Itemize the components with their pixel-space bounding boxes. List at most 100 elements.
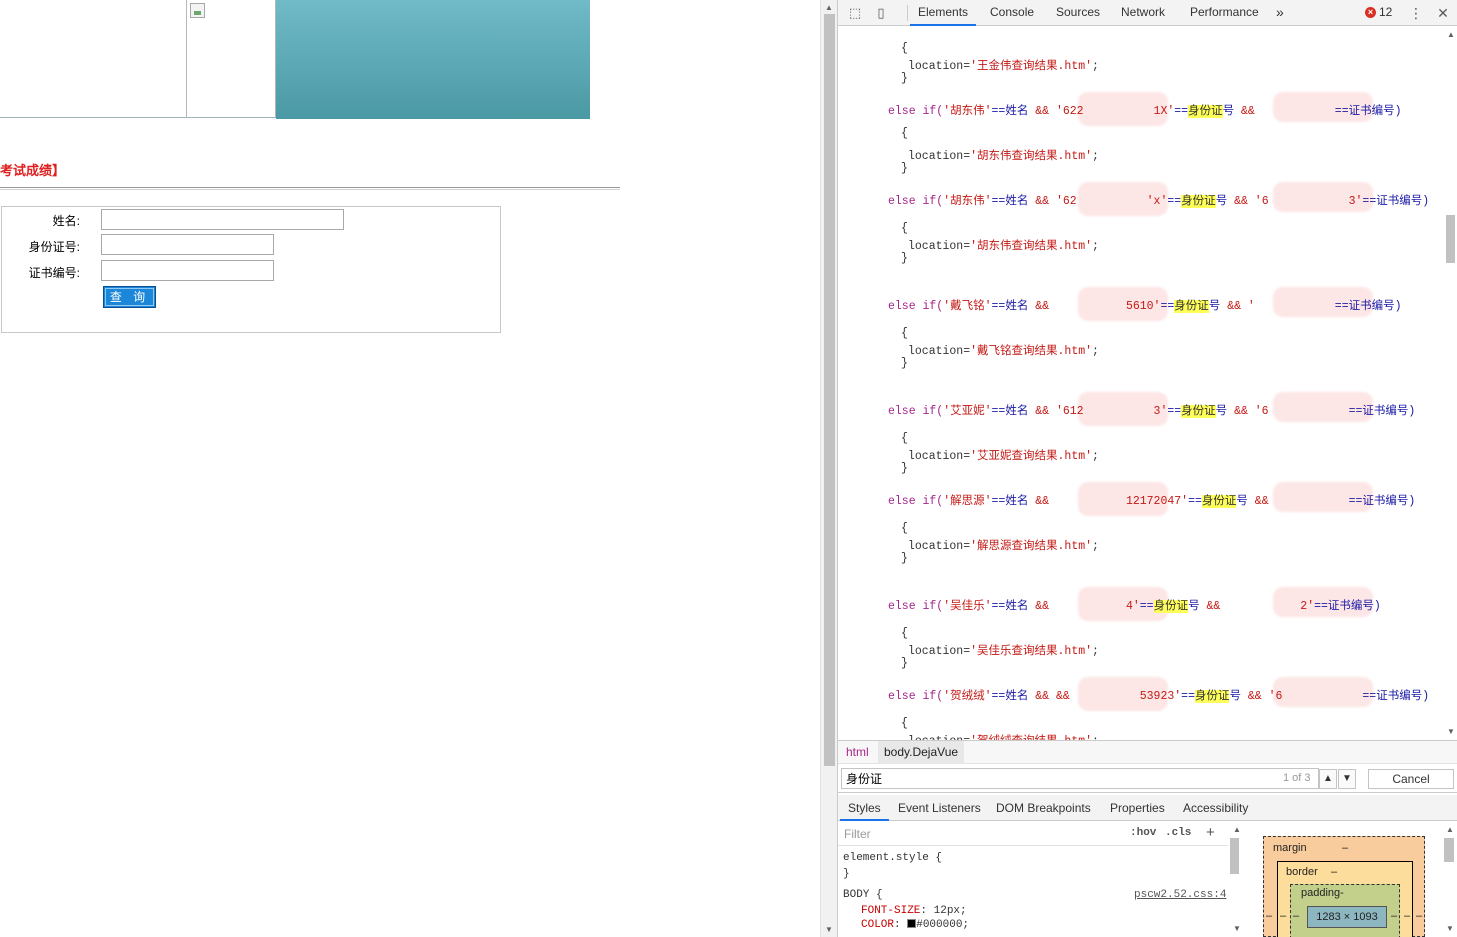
code-name-string: '吴佳乐' [943, 600, 992, 613]
subtab-event-listeners[interactable]: Event Listeners [898, 795, 981, 821]
code-line[interactable]: else if('艾亚妮'==姓名 && '612 3'==身份证号 && '6 =… [888, 402, 1415, 418]
new-rule-plus-icon[interactable]: + [1206, 824, 1215, 841]
styles-scrollbar-thumb[interactable] [1230, 838, 1239, 874]
box-model-scrollbar-thumb[interactable] [1444, 838, 1454, 862]
code-line[interactable]: location='贺绒绒查询结果.htm'; [908, 732, 1099, 740]
search-input[interactable]: 身份证 [841, 768, 1319, 789]
next-match-button[interactable]: ▼ [1338, 769, 1356, 789]
error-badge[interactable]: × 12 [1365, 5, 1392, 19]
code-line[interactable]: } [901, 357, 908, 370]
code-line[interactable]: location='艾亚妮查询结果.htm'; [908, 447, 1099, 463]
webpage-viewport: 考试成绩】 姓名: 身份证号: 证书编号: 查 询 [0, 0, 820, 937]
scroll-down-arrow-icon[interactable]: ▼ [825, 925, 833, 934]
code-line[interactable]: else if('贺绒绒'==姓名 && && 53923'==身份证号 && '… [888, 687, 1429, 703]
previous-match-button[interactable]: ▲ [1319, 769, 1337, 789]
rule-source-link[interactable]: pscw2.52.css:4 [1134, 889, 1226, 901]
code-line[interactable]: { [901, 127, 908, 140]
scroll-up-arrow-icon[interactable]: ▲ [825, 3, 833, 12]
code-line[interactable]: else if('解思源'==姓名 && 12172047'==身份证号 && =… [888, 492, 1415, 508]
section-divider [0, 187, 620, 190]
kebab-menu-icon[interactable]: ⋮ [1408, 5, 1424, 21]
breadcrumb-html[interactable]: html [840, 741, 875, 764]
section-title: 考试成绩】 [0, 163, 66, 178]
code-line[interactable]: { [901, 717, 908, 730]
code-line[interactable]: location='王金伟查询结果.htm'; [908, 57, 1099, 73]
css-property-font-size[interactable]: FONT-SIZE: 12px; [861, 905, 967, 917]
tab-sources[interactable]: Sources [1056, 0, 1100, 26]
tab-console[interactable]: Console [990, 0, 1034, 26]
search-highlight: 身份证 [1181, 405, 1216, 418]
code-cert-field: ==证书编号) [1348, 495, 1416, 508]
code-line[interactable]: } [901, 252, 908, 265]
code-brace: } [901, 357, 908, 370]
code-line[interactable]: else if('胡东伟'==姓名 && '62 'x'==身份证号 && '6 3… [888, 192, 1429, 208]
breadcrumb-body[interactable]: body.DejaVue [878, 741, 965, 764]
certificate-number-input[interactable] [101, 260, 274, 281]
elements-source-view[interactable]: {location='王金伟查询结果.htm';} else if('胡东伟'==… [838, 27, 1443, 740]
more-tabs-icon[interactable]: » [1276, 0, 1284, 26]
styles-scrollbar[interactable]: ▲ ▼ [1228, 822, 1241, 937]
scroll-down-arrow-icon[interactable]: ▼ [1446, 924, 1454, 933]
box-model-margin[interactable]: margin – – – border – – – padding- – – 1… [1263, 836, 1425, 937]
close-devtools-icon[interactable]: ✕ [1435, 5, 1451, 21]
code-line[interactable]: location='胡东伟查询结果.htm'; [908, 147, 1099, 163]
code-line[interactable]: { [901, 522, 908, 535]
styles-filter-input[interactable]: Filter [844, 827, 871, 841]
code-cert-field: ==证书编号) [1348, 405, 1416, 418]
subtab-accessibility[interactable]: Accessibility [1183, 795, 1248, 821]
scroll-up-arrow-icon[interactable]: ▲ [1233, 825, 1241, 834]
code-id-tail: 4' [1125, 600, 1140, 613]
query-button[interactable]: 查 询 [103, 286, 156, 308]
cancel-search-button[interactable]: Cancel [1368, 769, 1454, 789]
code-line[interactable]: else if('胡东伟'==姓名 && '622 1X'==身份证号 && ==证… [888, 102, 1402, 118]
code-line[interactable]: } [901, 552, 908, 565]
code-line[interactable]: } [901, 657, 908, 670]
page-scrollbar-thumb[interactable] [824, 14, 835, 766]
color-swatch[interactable] [907, 919, 917, 928]
inspect-element-icon[interactable]: ⬚ [847, 5, 863, 21]
code-line[interactable]: else if('吴佳乐'==姓名 && 4'==身份证号 && 2'==证书编号… [888, 597, 1381, 613]
class-toggle[interactable]: .cls [1165, 827, 1191, 839]
styles-subtabs: Styles Event Listeners DOM Breakpoints P… [838, 795, 1457, 821]
box-model-scrollbar[interactable]: ▲ ▼ [1441, 822, 1456, 937]
code-line[interactable]: { [901, 222, 908, 235]
code-brace: { [901, 327, 908, 340]
code-name-string: '解思源' [943, 495, 992, 508]
code-name-field: ==姓名 [991, 600, 1036, 613]
subtab-dom-breakpoints[interactable]: DOM Breakpoints [996, 795, 1091, 821]
scroll-down-arrow-icon[interactable]: ▼ [1233, 924, 1241, 933]
box-model-content-size[interactable]: 1283 × 1093 [1307, 906, 1387, 928]
id-number-input[interactable] [101, 234, 274, 255]
name-input[interactable] [101, 209, 344, 230]
code-id-fragment: && [1035, 300, 1056, 313]
code-line[interactable]: location='胡东伟查询结果.htm'; [908, 237, 1099, 253]
code-line[interactable]: { [901, 42, 908, 55]
tab-network[interactable]: Network [1121, 0, 1165, 26]
box-model-border[interactable]: border – – – padding- – – 1283 × 1093 [1277, 861, 1413, 937]
code-line[interactable]: { [901, 432, 908, 445]
code-line[interactable]: } [901, 72, 908, 85]
tab-performance[interactable]: Performance [1190, 0, 1259, 26]
box-model-padding[interactable]: padding- – – 1283 × 1093 [1290, 884, 1400, 937]
code-line[interactable]: } [901, 462, 908, 475]
scroll-down-arrow-icon[interactable]: ▼ [1447, 727, 1455, 736]
hover-state-toggle[interactable]: :hov [1130, 827, 1156, 839]
css-property-color[interactable]: COLOR: #000000; [861, 919, 969, 931]
subtab-styles[interactable]: Styles [840, 795, 889, 821]
page-scrollbar[interactable]: ▲ ▼ [820, 0, 837, 937]
tab-elements[interactable]: Elements [910, 0, 977, 26]
code-line[interactable]: else if('戴飞铭'==姓名 && 5610'==身份证号 && ' ==证… [888, 297, 1402, 313]
code-line[interactable]: location='解思源查询结果.htm'; [908, 537, 1099, 553]
code-line[interactable]: { [901, 327, 908, 340]
code-line[interactable]: location='戴飞铭查询结果.htm'; [908, 342, 1099, 358]
scroll-up-arrow-icon[interactable]: ▲ [1447, 30, 1455, 39]
scroll-up-arrow-icon[interactable]: ▲ [1446, 825, 1454, 834]
subtab-properties[interactable]: Properties [1110, 795, 1165, 821]
code-line[interactable]: location='吴佳乐查询结果.htm'; [908, 642, 1099, 658]
search-highlight: 身份证 [1153, 600, 1189, 613]
device-toolbar-icon[interactable]: ▯ [873, 5, 889, 21]
elements-scrollbar-thumb[interactable] [1446, 215, 1455, 263]
code-line[interactable]: } [901, 162, 908, 175]
code-line[interactable]: { [901, 627, 908, 640]
elements-scrollbar[interactable]: ▲ ▼ [1443, 27, 1457, 740]
